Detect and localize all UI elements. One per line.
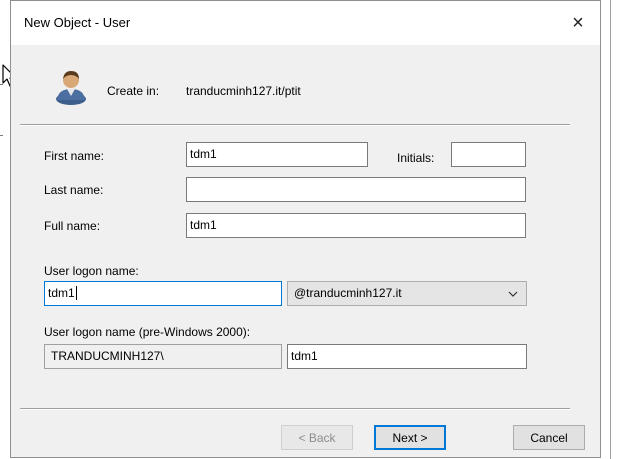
background-tick [0,135,3,136]
upn-suffix-value: @tranducminh127.it [294,286,402,300]
last-name-field[interactable] [186,177,526,202]
initials-field[interactable] [451,142,526,167]
first-name-field[interactable]: tdm1 [186,142,368,167]
background-divider [610,0,611,459]
create-in-path: tranducminh127.it/ptit [186,84,301,98]
footer-separator [20,408,570,410]
title-bar: New Object - User × [11,1,600,45]
pre-windows-2000-label: User logon name (pre-Windows 2000): [44,325,251,339]
user-logon-name-label: User logon name: [44,264,139,278]
background-window-right [602,0,620,459]
text-caret [75,286,77,300]
header-separator [20,124,570,126]
full-name-field[interactable]: tdm1 [186,213,526,238]
pre-windows-2000-domain-field: TRANDUCMINH127\ [44,344,282,369]
user-logon-name-value: tdm1 [48,286,75,300]
cancel-button[interactable]: Cancel [513,425,585,450]
close-icon[interactable]: × [572,12,584,35]
close-button[interactable]: × [556,1,600,45]
chevron-down-icon[interactable] [508,289,518,299]
pre-windows-2000-name-field[interactable]: tdm1 [287,344,527,369]
full-name-label: Full name: [44,219,101,233]
next-button[interactable]: Next > [374,425,446,450]
user-icon [56,71,86,105]
upn-suffix-dropdown[interactable]: @tranducminh127.it [287,281,527,306]
back-button[interactable]: < Back [281,425,353,450]
user-logon-name-field[interactable]: tdm1 [44,281,282,306]
dialog-title: New Object - User [24,15,131,30]
initials-label: Initials: [397,151,435,165]
create-in-label: Create in: [107,84,160,98]
last-name-label: Last name: [44,183,104,197]
first-name-label: First name: [44,149,105,163]
